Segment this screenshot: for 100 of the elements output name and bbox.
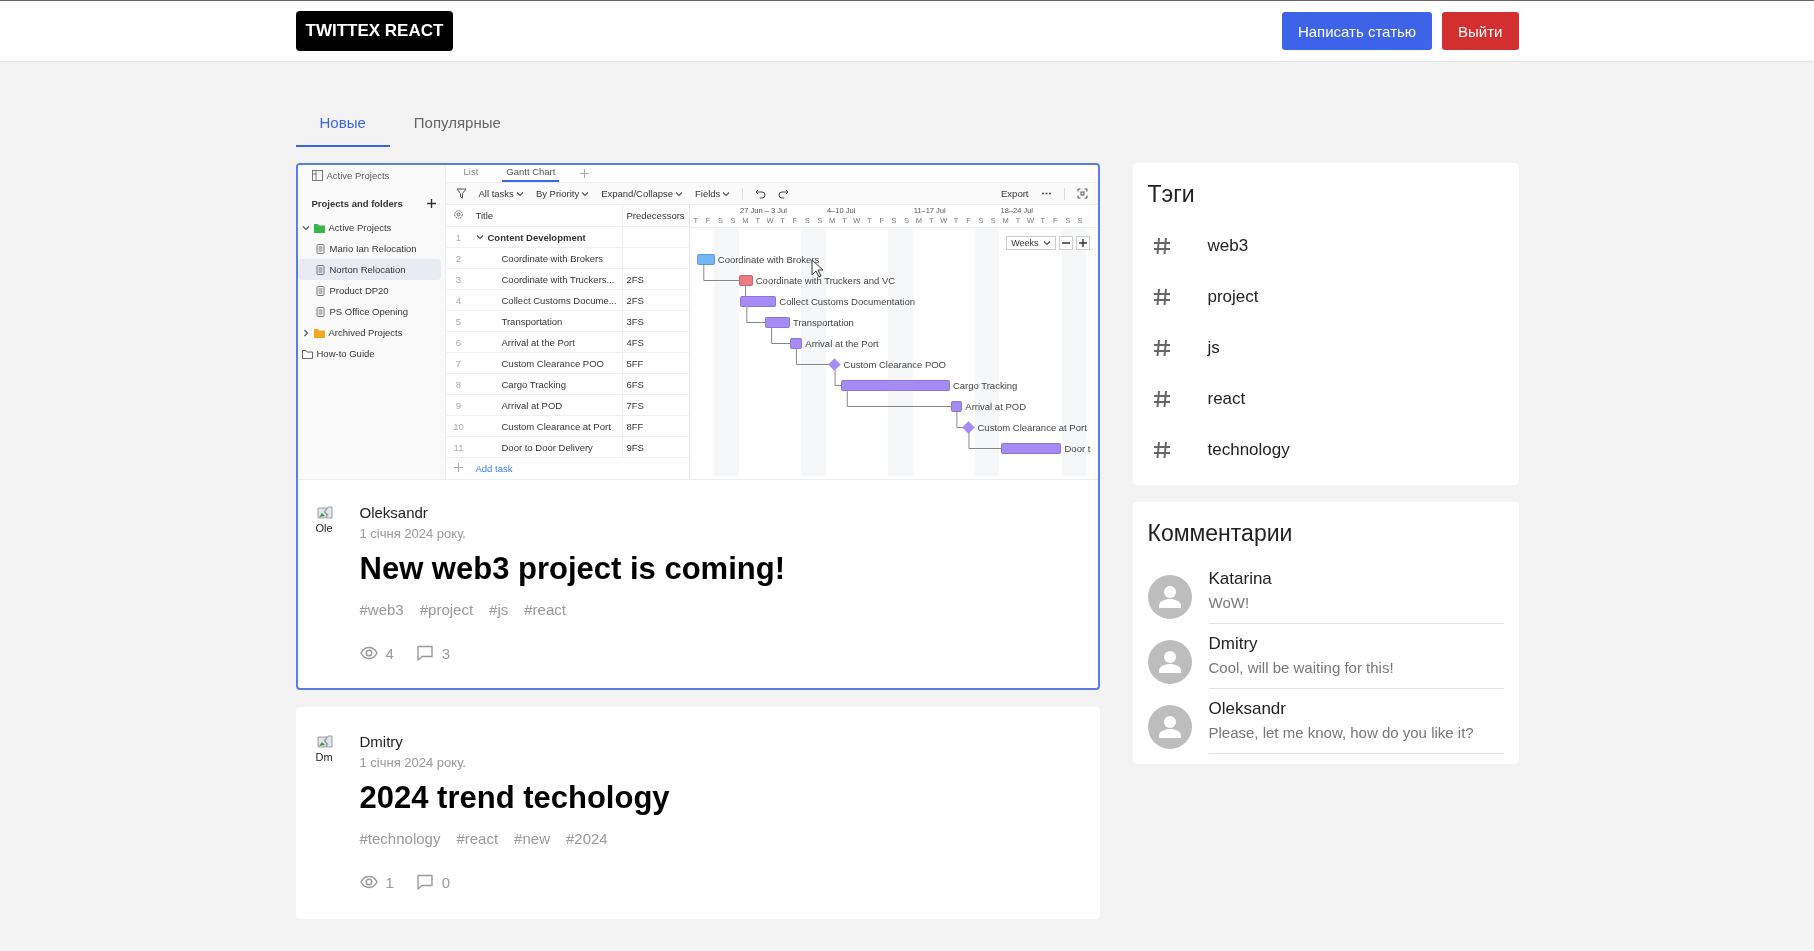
zoom-out-button[interactable] [1058,236,1073,250]
document-icon [314,285,326,296]
toolbar-dropdown[interactable]: Expand/Collapse [601,188,683,200]
predecessor-cell: 2FS [626,294,644,306]
comment-count: 3 [441,644,451,662]
task-bar[interactable] [950,401,963,412]
task-bar[interactable] [789,338,803,349]
plus-icon [1078,239,1087,247]
comment-text: WoW! [1208,594,1251,611]
logo[interactable]: TWITTEX REACT [295,11,454,51]
post-title[interactable]: New web3 project is coming! [359,551,785,587]
post-card[interactable] [295,163,1100,690]
project-tree-item[interactable]: Norton Relocation [297,259,441,280]
post-title[interactable]: 2024 trend techology [359,780,670,816]
bar-label: Door t [1064,442,1091,454]
bar-label: Collect Customs Documentation [779,295,915,307]
project-tree-item[interactable]: Product DP20 [297,280,441,301]
settings-icon[interactable] [453,209,464,220]
scale-dropdown[interactable]: Weeks [1006,236,1056,250]
broken-image-icon [315,504,334,522]
project-tree-item[interactable]: Mario Ian Relocation [297,238,441,259]
export-button[interactable]: Export [1001,188,1029,200]
task-bar[interactable] [740,296,777,307]
filter-icon [455,188,467,200]
avatar-icon [1147,639,1192,684]
task-title: Transportation [501,315,563,327]
project-tree-item[interactable]: How-to Guide [297,343,441,364]
bar-label: Transportation [792,316,854,328]
logout-button[interactable]: Выйти [1442,12,1519,50]
project-tree-item[interactable]: Active Projects [297,217,441,238]
tag-link[interactable]: technology [1207,439,1290,460]
comment-icon [415,873,434,891]
predecessor-cell: 8FF [626,420,644,432]
sidebar-heading: Projects and folders [311,197,403,209]
chevron-down-icon [581,189,590,198]
broken-image-icon [315,733,334,751]
panel-title: Комментарии [1147,520,1294,547]
author-name[interactable]: Oleksandr [359,504,785,521]
hashtag-icon [1151,439,1172,460]
panel-title: Тэги [1147,181,1196,208]
write-article-button[interactable]: Написать статью [1281,12,1433,50]
author-name[interactable]: Dmitry [359,733,670,750]
post-card[interactable]: Dm Dmitry 1 січня 2024 року. 2024 trend techology #technology #react #new #2024 1 0 [295,707,1100,919]
tag-link[interactable]: react [1207,388,1246,409]
predecessor-cell: 3FS [626,315,644,327]
comment-author: Oleksandr [1208,699,1287,719]
chevron-down-icon [675,189,683,198]
row-number: 6 [455,336,462,348]
hashtag-icon [1151,388,1172,409]
tag-link[interactable]: web3 [1207,235,1249,256]
bar-label: Coordinate with Brokers [717,253,820,265]
document-icon [314,264,326,275]
row-number: 1 [455,231,462,243]
fullscreen-icon[interactable] [1076,188,1088,200]
avatar-icon [1147,704,1192,749]
plus-icon[interactable] [425,197,437,209]
tag-link[interactable]: project [1207,286,1259,307]
row-number: 8 [455,378,462,390]
feed-tab[interactable]: Популярные [389,102,525,147]
bar-label: Arrival at the Port [805,337,879,349]
feed-tab[interactable]: Новые [295,102,390,147]
task-bar[interactable] [739,275,753,286]
project-title: Active Projects [326,169,390,181]
add-task-link[interactable]: Add task [475,463,513,474]
document-icon [314,306,326,317]
chevron-down-icon [1042,239,1051,247]
row-number: 10 [453,420,464,432]
task-title: Coordinate with Brokers [501,252,603,264]
comment-text: Please, let me know, how do you like it? [1208,724,1475,741]
undo-icon[interactable] [755,188,767,200]
toolbar-dropdown[interactable]: All tasks [478,188,524,200]
predecessor-cell: 4FS [626,336,644,348]
task-title: Arrival at POD [501,399,563,411]
bar-label: Coordinate with Truckers and VC [755,274,896,286]
view-count: 4 [385,644,394,662]
chevron-down-icon [515,189,524,198]
toolbar-dropdown[interactable]: Fields [695,188,731,200]
bar-label: Arrival at POD [965,400,1026,412]
comment-author: Dmitry [1208,634,1259,654]
avatar-alt-text: Ole [315,522,333,534]
board-icon [311,169,323,181]
task-title: Cargo Tracking [501,378,566,390]
row-number: 5 [455,315,462,327]
toolbar-dropdown[interactable]: By Priority [535,188,590,200]
document-icon [314,243,326,254]
avatar-icon [1147,574,1192,619]
bar-label: Custom Clearance POO [843,358,946,370]
task-title: Content Development [487,231,586,243]
row-number: 4 [455,294,462,306]
project-tree-item[interactable]: Archived Projects [297,322,441,343]
view-tab[interactable]: List [459,166,483,183]
redo-icon[interactable] [778,188,790,200]
task-bar[interactable] [1000,443,1062,454]
row-number: 9 [455,399,462,411]
tag-link[interactable]: js [1207,337,1220,358]
comment-author: Katarina [1208,569,1273,589]
row-number: 11 [453,441,464,453]
minus-icon [1061,239,1070,247]
project-tree-item[interactable]: PS Office Opening [297,301,441,322]
row-number: 3 [455,273,462,285]
